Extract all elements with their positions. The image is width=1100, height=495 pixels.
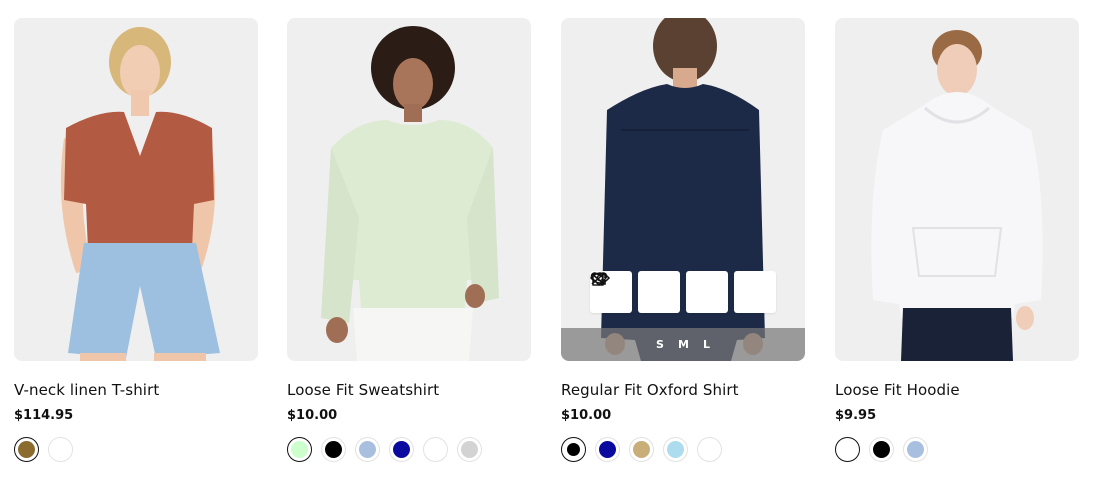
color-swatches: [835, 437, 1079, 462]
color-swatch[interactable]: [561, 437, 586, 462]
color-swatch[interactable]: [629, 437, 654, 462]
wishlist-button[interactable]: [590, 271, 680, 313]
product-card[interactable]: S M L Regular Fit Oxford Shirt $10.00: [561, 18, 805, 462]
color-swatch[interactable]: [14, 437, 39, 462]
product-price: $9.95: [835, 408, 877, 423]
product-title[interactable]: Loose Fit Hoodie: [835, 381, 1079, 399]
color-swatch[interactable]: [595, 437, 620, 462]
product-image[interactable]: S M L: [561, 18, 805, 361]
product-title[interactable]: Regular Fit Oxford Shirt: [561, 381, 805, 399]
product-image[interactable]: [287, 18, 531, 361]
size-option[interactable]: S: [656, 338, 664, 351]
color-swatches: [14, 437, 258, 462]
product-image[interactable]: [835, 18, 1079, 361]
quick-view-button[interactable]: [590, 271, 776, 313]
product-card[interactable]: Loose Fit Sweatshirt $10.00: [287, 18, 531, 462]
product-title[interactable]: Loose Fit Sweatshirt: [287, 381, 531, 399]
product-card[interactable]: V-neck linen T-shirt $114.95: [14, 18, 258, 462]
size-options: S M L: [561, 328, 805, 361]
color-swatches: [561, 437, 805, 462]
color-swatch[interactable]: [355, 437, 380, 462]
size-option[interactable]: L: [703, 338, 710, 351]
color-swatch[interactable]: [835, 437, 860, 462]
eye-icon: [590, 272, 610, 284]
product-grid: V-neck linen T-shirt $114.95 Loose Fit S…: [0, 0, 1100, 495]
color-swatch[interactable]: [48, 437, 73, 462]
product-card[interactable]: Loose Fit Hoodie $9.95: [835, 18, 1079, 462]
color-swatch[interactable]: [663, 437, 688, 462]
product-image[interactable]: [14, 18, 258, 361]
color-swatches: [287, 437, 531, 462]
color-swatch[interactable]: [423, 437, 448, 462]
size-option[interactable]: M: [678, 338, 689, 351]
product-price: $114.95: [14, 408, 74, 423]
color-swatch[interactable]: [903, 437, 928, 462]
compare-button[interactable]: [591, 271, 728, 313]
color-swatch[interactable]: [697, 437, 722, 462]
color-swatch[interactable]: [869, 437, 894, 462]
product-title[interactable]: V-neck linen T-shirt: [14, 381, 258, 399]
color-swatch[interactable]: [457, 437, 482, 462]
product-price: $10.00: [287, 408, 338, 423]
quick-actions: [590, 271, 776, 313]
color-swatch[interactable]: [321, 437, 346, 462]
color-swatch[interactable]: [287, 437, 312, 462]
product-price: $10.00: [561, 408, 612, 423]
color-swatch[interactable]: [389, 437, 414, 462]
